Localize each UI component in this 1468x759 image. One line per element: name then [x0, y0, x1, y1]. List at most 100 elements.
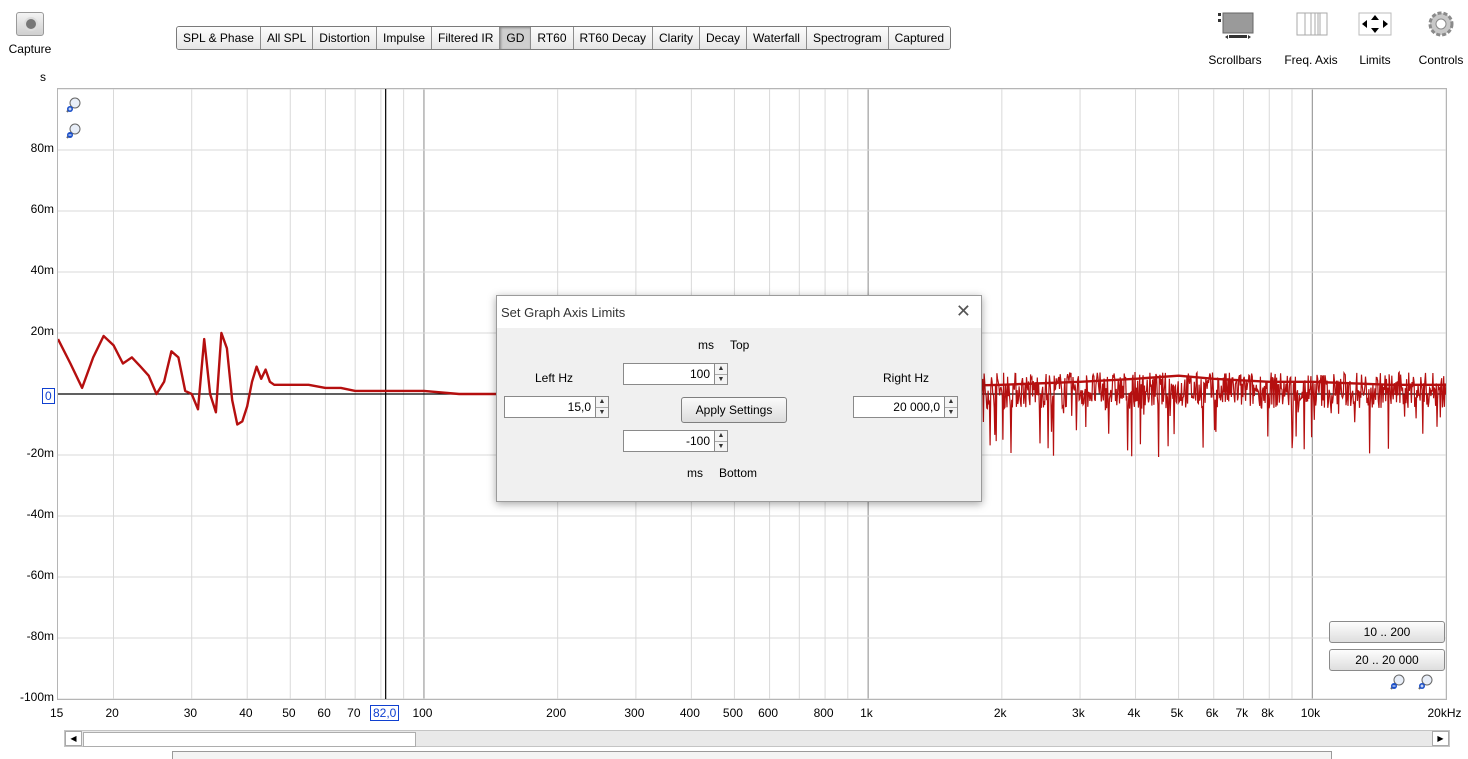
bottom-limit-stepper[interactable]: -100 ▲ ▼	[623, 430, 728, 452]
close-icon[interactable]: ✕	[956, 301, 971, 322]
top-spin-buttons[interactable]: ▲ ▼	[715, 363, 728, 385]
x-tick-label: 300	[624, 706, 645, 720]
preset-10-200-button[interactable]: 10 .. 200	[1329, 621, 1445, 643]
freq-axis-button[interactable]: Freq. Axis	[1276, 8, 1346, 67]
capture-label: Capture	[8, 42, 52, 56]
limits-button[interactable]: Limits	[1352, 8, 1398, 67]
apply-settings-button[interactable]: Apply Settings	[681, 397, 787, 423]
spin-down-icon[interactable]: ▼	[715, 375, 727, 385]
x-tick-label: 20	[105, 706, 119, 720]
y-tick-label: -100m	[19, 690, 54, 704]
top-limit-input[interactable]: 100	[623, 363, 715, 385]
left-spin-buttons[interactable]: ▲ ▼	[596, 396, 609, 418]
spin-down-icon[interactable]: ▼	[945, 408, 957, 418]
bottom-unit-label: ms	[687, 466, 703, 480]
camera-icon	[16, 12, 44, 36]
spin-down-icon[interactable]: ▼	[715, 442, 727, 452]
x-tick-label: 3k	[1072, 706, 1085, 720]
left-hz-label: Left Hz	[535, 371, 574, 385]
bottom-label: Bottom	[719, 466, 758, 480]
scrollbar-thumb[interactable]	[83, 732, 416, 747]
x-tick-label: 50	[282, 706, 296, 720]
spin-up-icon[interactable]: ▲	[596, 397, 608, 408]
freq-axis-icon	[1276, 8, 1346, 40]
x-tick-label: 6k	[1205, 706, 1219, 720]
top-limit-stepper[interactable]: 100 ▲ ▼	[623, 363, 728, 385]
bottom-spin-buttons[interactable]: ▲ ▼	[715, 430, 728, 452]
x-tick-label: 200	[546, 706, 567, 720]
limits-label: Limits	[1359, 53, 1391, 67]
top-label: Top	[730, 338, 750, 352]
y-tick-label: 20m	[30, 324, 54, 338]
axis-limits-dialog: Set Graph Axis Limits ✕ ms Top Left Hz R…	[496, 295, 982, 502]
x-tick-label: 800	[813, 706, 834, 720]
tab-decay[interactable]: Decay	[700, 27, 748, 49]
freq-axis-label: Freq. Axis	[1284, 53, 1338, 67]
tab-waterfall[interactable]: Waterfall	[747, 27, 807, 49]
x-tick-label: 400	[679, 706, 700, 720]
x-tick-label: 1k	[860, 706, 873, 720]
tab-all-spl[interactable]: All SPL	[260, 27, 314, 49]
x-tick-label: 20kHz	[1427, 706, 1462, 720]
dialog-title: Set Graph Axis Limits	[501, 305, 626, 320]
tab-captured[interactable]: Captured	[888, 27, 951, 49]
cursor-value-readout: 0	[42, 388, 55, 404]
tab-impulse[interactable]: Impulse	[376, 27, 433, 49]
x-tick-label: 60	[317, 706, 331, 720]
zoom-out-icon[interactable]	[66, 123, 82, 142]
spin-up-icon[interactable]: ▲	[715, 364, 727, 375]
tab-filtered-ir[interactable]: Filtered IR	[432, 27, 501, 49]
dialog-titlebar[interactable]: Set Graph Axis Limits ✕	[497, 296, 981, 328]
x-tick-label: 2k	[993, 706, 1007, 720]
tab-clarity[interactable]: Clarity	[653, 27, 701, 49]
tab-rt60-decay[interactable]: RT60 Decay	[573, 27, 653, 49]
bottom-limit-input[interactable]: -100	[623, 430, 715, 452]
scroll-left-arrow-icon[interactable]: ◀	[65, 731, 82, 746]
gear-icon	[1414, 8, 1468, 40]
tab-distortion[interactable]: Distortion	[313, 27, 377, 49]
graph-tab-bar: SPL & Phase All SPL Distortion Impulse Filte…	[176, 26, 952, 50]
scrollbars-button[interactable]: Scrollbars	[1202, 8, 1268, 67]
y-tick-label: -80m	[26, 629, 54, 643]
x-tick-label: 15	[50, 706, 64, 720]
spin-up-icon[interactable]: ▲	[945, 397, 957, 408]
y-tick-label: 60m	[30, 202, 54, 216]
y-tick-label: -40m	[26, 507, 54, 521]
right-hz-label: Right Hz	[883, 371, 930, 385]
spin-up-icon[interactable]: ▲	[715, 431, 727, 442]
y-tick-label: -60m	[26, 568, 54, 582]
y-tick-label: 40m	[30, 263, 54, 277]
limits-arrows-icon	[1352, 8, 1398, 40]
x-tick-label: 500	[722, 706, 743, 720]
tab-gd[interactable]: GD	[500, 27, 532, 49]
tab-rt60[interactable]: RT60	[531, 27, 574, 49]
tab-spectrogram[interactable]: Spectrogram	[806, 27, 889, 49]
x-tick-label: 4k	[1127, 706, 1141, 720]
spin-down-icon[interactable]: ▼	[596, 408, 608, 418]
x-tick-label: 40	[239, 706, 253, 720]
preset-20-20000-button[interactable]: 20 .. 20 000	[1329, 649, 1445, 671]
scrollbars-label: Scrollbars	[1208, 53, 1262, 67]
x-tick-label: 5k	[1170, 706, 1184, 720]
y-tick-label: 80m	[30, 141, 54, 155]
controls-label: Controls	[1418, 53, 1464, 67]
x-tick-label: 100	[412, 706, 433, 720]
y-tick-label: -20m	[26, 446, 54, 460]
zoom-in-icon[interactable]	[66, 97, 82, 116]
scroll-right-arrow-icon[interactable]: ▶	[1432, 731, 1449, 746]
left-hz-stepper[interactable]: 15,0 ▲ ▼	[504, 396, 609, 418]
tab-spl-phase[interactable]: SPL & Phase	[177, 27, 261, 49]
zoom-in-freq-icon[interactable]	[1418, 674, 1434, 693]
zoom-out-freq-icon[interactable]	[1390, 674, 1406, 693]
controls-button[interactable]: Controls	[1414, 8, 1468, 67]
right-hz-stepper[interactable]: 20 000,0 ▲ ▼	[853, 396, 958, 418]
top-unit-label: ms	[698, 338, 714, 352]
right-spin-buttons[interactable]: ▲ ▼	[945, 396, 958, 418]
x-tick-label: 10k	[1300, 706, 1321, 720]
left-hz-input[interactable]: 15,0	[504, 396, 596, 418]
x-tick-label: 7k	[1235, 706, 1249, 720]
horizontal-scrollbar[interactable]: ◀ ▶	[64, 730, 1450, 747]
capture-button[interactable]: Capture	[2, 8, 58, 66]
x-tick-label: 30	[183, 706, 198, 720]
right-hz-input[interactable]: 20 000,0	[853, 396, 945, 418]
